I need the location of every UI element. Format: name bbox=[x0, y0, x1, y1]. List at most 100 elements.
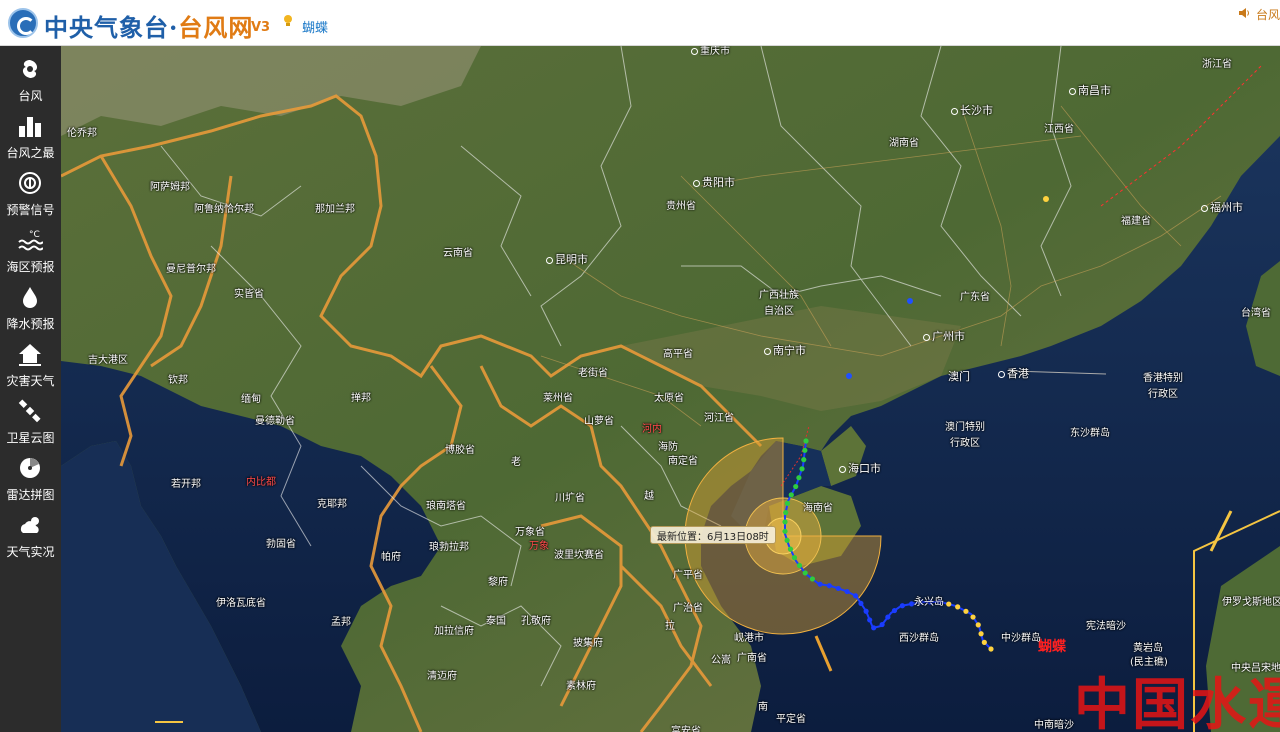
header-typhoon-menu[interactable]: 台风 bbox=[1256, 6, 1280, 23]
track-point bbox=[988, 646, 994, 652]
map-label-mon: 孟邦 bbox=[331, 617, 351, 628]
map-label-hk-sar-2: 行政区 bbox=[1148, 389, 1178, 400]
sidebar-item-observation[interactable]: 天气实况 bbox=[0, 506, 61, 563]
map-label-zhejiang: 浙江省 bbox=[1202, 59, 1232, 70]
lightbulb-icon bbox=[284, 15, 292, 26]
cloud-sun-icon bbox=[20, 517, 39, 533]
site-title[interactable]: 中央气象台·台风网 bbox=[44, 8, 253, 43]
map-label-guizhou: 贵州省 bbox=[666, 201, 696, 212]
map-label-quangbinh: 广平省 bbox=[673, 570, 703, 581]
map-label-changsha: 长沙市 bbox=[951, 102, 993, 118]
map-label-jiangxi: 江西省 bbox=[1044, 124, 1074, 135]
map-label-rakhine: 若开邦 bbox=[171, 479, 201, 490]
map-label-kunming: 昆明市 bbox=[546, 251, 588, 267]
map-label-binhdinh: 平定省 bbox=[776, 714, 806, 725]
map-label-manipur: 曼尼普尔邦 bbox=[166, 264, 216, 275]
map-label-zhongnan: 中南暗沙 bbox=[1034, 720, 1074, 731]
map-label-lop: 拉 bbox=[665, 621, 675, 632]
station-dot bbox=[1043, 196, 1049, 202]
site-title-main: 中央气象台· bbox=[44, 13, 179, 42]
speaker-icon[interactable] bbox=[1238, 7, 1250, 19]
sidebar-item-label: 台风 bbox=[18, 89, 43, 103]
sidebar-item-sea[interactable]: °C 海区预报 bbox=[0, 221, 61, 278]
map-label-caobang: 高平省 bbox=[663, 349, 693, 360]
sidebar-item-label: 雷达拼图 bbox=[6, 488, 55, 502]
sidebar-item-label: 海区预报 bbox=[6, 260, 55, 274]
raindrop-icon bbox=[23, 287, 37, 308]
watermark-logo: 中国水運報 bbox=[1074, 672, 1280, 732]
sidebar-item-hazard[interactable]: 灾害天气 bbox=[0, 335, 61, 392]
track-point bbox=[879, 621, 885, 628]
header-bar: 中央气象台·台风网 V3 蝴蝶 台风 bbox=[0, 0, 1280, 46]
map-label-hongkong: 香港 bbox=[998, 365, 1029, 381]
svg-text:°C: °C bbox=[29, 230, 40, 240]
sidebar-item-radar[interactable]: 雷达拼图 bbox=[0, 449, 61, 506]
active-typhoon-link[interactable]: 蝴蝶 bbox=[302, 17, 328, 36]
track-point bbox=[871, 625, 877, 631]
map-label-quangtri: 广治省 bbox=[673, 603, 703, 614]
map-label-guangxi-1: 广西壮族 bbox=[759, 290, 799, 301]
track-point bbox=[963, 608, 969, 614]
map-label-chin: 钦邦 bbox=[168, 375, 188, 386]
track-point bbox=[858, 600, 864, 607]
map-label-yunnan: 云南省 bbox=[443, 248, 473, 259]
track-point bbox=[782, 519, 788, 525]
track-point bbox=[826, 583, 832, 589]
track-point bbox=[978, 631, 984, 637]
map-label-vientiane: 万象 bbox=[529, 541, 549, 552]
map-label-nagaland: 那加兰邦 bbox=[315, 204, 355, 215]
track-point bbox=[863, 608, 869, 614]
map-label-chiangmai: 清迈府 bbox=[427, 671, 457, 682]
map-label-haikou: 海口市 bbox=[839, 460, 881, 476]
track-point bbox=[796, 562, 803, 569]
map-canvas[interactable]: 重庆市 南昌市 浙江省 长沙市 江西省 湖南省 贵阳市 贵州省 福建省 福州市 … bbox=[61, 46, 1280, 732]
sidebar-item-label: 卫星云图 bbox=[6, 431, 55, 445]
track-point bbox=[784, 500, 791, 506]
cma-logo-icon[interactable] bbox=[8, 8, 38, 38]
sidebar-item-warning[interactable]: 预警信号 bbox=[0, 164, 61, 221]
map-label-thailand: 泰国 bbox=[486, 616, 506, 627]
sidebar-item-typhoon[interactable]: 台风 bbox=[0, 50, 61, 107]
storm-name-label[interactable]: 蝴蝶 bbox=[1038, 636, 1066, 656]
sidebar-item-label: 降水预报 bbox=[6, 317, 55, 331]
map-label-fuzhou: 福州市 bbox=[1201, 199, 1243, 215]
map-label-hagiang: 河江省 bbox=[704, 413, 734, 424]
map-label-guangdong: 广东省 bbox=[960, 292, 990, 303]
track-point bbox=[802, 570, 808, 576]
sidebar-item-satellite[interactable]: 卫星云图 bbox=[0, 392, 61, 449]
map-label-kayah: 克耶邦 bbox=[317, 499, 347, 510]
sidebar-item-records[interactable]: 台风之最 bbox=[0, 107, 61, 164]
map-label-arunachal: 阿鲁纳恰尔邦 bbox=[194, 204, 254, 215]
typhoon-icon bbox=[22, 60, 38, 78]
track-point bbox=[975, 622, 981, 628]
track-point bbox=[981, 639, 987, 645]
map-label-mandalay: 曼德勒省 bbox=[255, 416, 295, 427]
map-label-taiwan: 台湾省 bbox=[1241, 308, 1271, 319]
satellite-icon bbox=[18, 399, 41, 423]
map-label-xisha: 西沙群岛 bbox=[899, 633, 939, 644]
map-label-namdinh: 南定省 bbox=[668, 456, 698, 467]
map-label-assam: 阿萨姆邦 bbox=[150, 182, 190, 193]
map-label-macau-sar-2: 行政区 bbox=[950, 438, 980, 449]
track-point bbox=[788, 492, 794, 498]
track-point bbox=[835, 585, 841, 592]
map-label-fujian: 福建省 bbox=[1121, 216, 1151, 227]
sidebar-item-precip[interactable]: 降水预报 bbox=[0, 278, 61, 335]
map-label-luzon: 伊罗戈斯地区 bbox=[1222, 597, 1280, 608]
map-label-zhongsha: 中沙群岛 bbox=[1001, 633, 1041, 644]
track-point bbox=[803, 438, 809, 444]
sidebar-item-label: 台风之最 bbox=[6, 146, 55, 160]
map-label-vietnam: 越 bbox=[644, 491, 654, 502]
track-point bbox=[787, 546, 794, 552]
map-label-lichou: 莱州省 bbox=[543, 393, 573, 404]
map-label-yongxing: 永兴岛 bbox=[914, 597, 944, 608]
map-label-mukdahan: 素林府 bbox=[566, 681, 596, 692]
map-label-chongqing: 重庆市 bbox=[691, 46, 730, 57]
sidebar: 台风 台风之最 预警信号 °C 海区预报 降水预报 灾害天气 卫星云图 雷达拼图… bbox=[0, 46, 61, 732]
map-label-xiangkhouang: 川圹省 bbox=[555, 493, 585, 504]
map-label-kalasin: 加拉信府 bbox=[434, 626, 474, 637]
map-label-xianfa: 宪法暗沙 bbox=[1086, 621, 1126, 632]
track-point bbox=[885, 614, 891, 620]
radar-icon bbox=[20, 458, 40, 478]
map-label-sakon: 披集府 bbox=[573, 638, 603, 649]
